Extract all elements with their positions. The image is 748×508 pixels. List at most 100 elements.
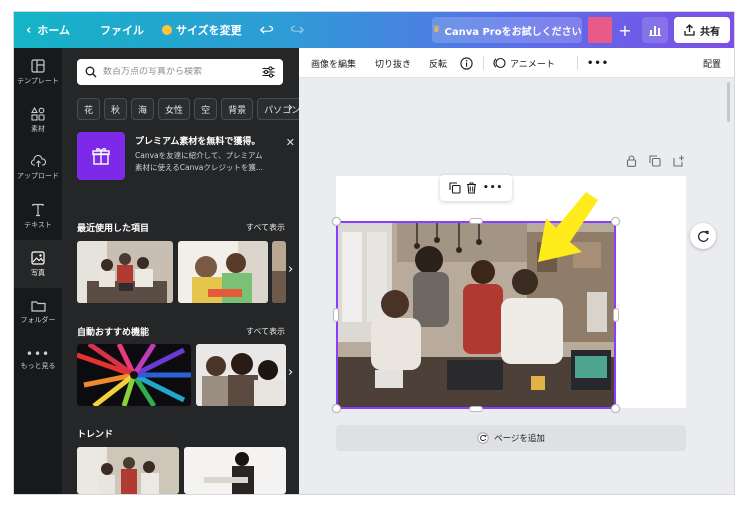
lock-icon[interactable] [626,155,637,167]
toolbar-divider [577,56,578,70]
info-button[interactable] [460,48,473,78]
gift-icon [77,132,125,180]
upload-icon [30,155,46,167]
rail-label: もっと見る [20,361,56,370]
resize-button[interactable]: サイズを変更 [162,12,242,48]
insights-button[interactable] [642,17,668,43]
rail-item-more[interactable]: ••• もっと見る [14,336,62,384]
redo-button[interactable] [290,12,304,48]
chevron-right-icon[interactable]: › [288,365,293,380]
canvas-scrollbar[interactable] [727,82,730,122]
position-button[interactable]: 配置 [703,48,721,78]
keyword-chips: 花 秋 海 女性 空 背景 パソコン [77,98,299,120]
file-menu-button[interactable]: ファイル [100,12,144,48]
resize-handle-right[interactable] [613,308,619,322]
try-canva-pro-button[interactable]: ♛ Canva Proをお試しください [432,17,582,43]
home-button[interactable]: ‹ ホーム [26,12,70,48]
rail-item-uploads[interactable]: アップロード [14,144,62,192]
trending-section-header: トレンド [77,426,285,440]
animate-button[interactable]: アニメート [493,48,555,78]
trending-photo-thumbnail[interactable] [184,447,286,494]
crown-icon [162,25,172,35]
rail-label: フォルダー [20,315,56,324]
close-icon[interactable]: ✕ [286,136,295,149]
flip-label: 反転 [429,59,448,70]
suggested-section-header: 自動おすすめ機能 すべて表示 [77,324,285,338]
more-options-button[interactable]: ••• [587,48,609,78]
yellow-arrow-annotation [538,192,598,262]
edit-image-button[interactable]: 画像を編集 [311,48,356,78]
chip-autumn[interactable]: 秋 [104,98,128,120]
element-floating-menu: ••• [440,175,512,201]
trash-icon[interactable] [466,182,477,194]
filter-sliders-icon[interactable] [262,66,275,78]
add-page-icon[interactable] [673,155,685,167]
duplicate-icon[interactable] [449,182,461,194]
recent-section-header: 最近使用した項目 すべて表示 [77,220,285,234]
text-icon [32,203,44,216]
file-label: ファイル [100,24,144,37]
add-collaborator-button[interactable]: + [614,18,636,42]
share-icon [684,24,695,36]
avatar[interactable] [588,17,612,43]
share-label: 共有 [700,26,720,38]
animate-label: アニメート [510,59,555,70]
resize-handle-top-left[interactable] [332,217,341,226]
add-page-label: ページを追加 [494,434,545,444]
resize-handle-bottom-left[interactable] [332,404,341,413]
animate-icon [493,57,506,69]
share-button[interactable]: 共有 [674,17,730,43]
resize-handle-left[interactable] [333,308,339,322]
bar-chart-icon [649,26,661,36]
chevron-right-icon[interactable]: › [288,262,293,277]
chip-background[interactable]: 背景 [221,98,254,120]
see-all-link[interactable]: すべて表示 [246,222,285,233]
rail-item-folders[interactable]: フォルダー [14,288,62,336]
see-all-link[interactable]: すべて表示 [246,326,285,337]
add-page-button[interactable]: ページを追加 [336,425,686,451]
chip-sky[interactable]: 空 [194,98,218,120]
resize-label: サイズを変更 [176,24,242,37]
duplicate-icon[interactable] [649,155,661,167]
photo-icon [31,250,45,265]
refresh-suggestions-button[interactable] [690,223,716,249]
chip-flower[interactable]: 花 [77,98,101,120]
suggested-photo-thumbnail[interactable] [77,344,191,406]
rail-item-templates[interactable]: テンプレート [14,48,62,96]
photo-search-box[interactable] [77,59,283,85]
crop-label: 切り抜き [375,59,412,70]
chip-sea[interactable]: 海 [131,98,155,120]
resize-handle-top[interactable] [469,218,483,224]
crop-button[interactable]: 切り抜き [375,48,411,78]
rail-item-photos[interactable]: 写真 [14,240,62,288]
resize-handle-bottom[interactable] [469,406,483,412]
undo-button[interactable] [260,12,274,48]
chips-next-arrow[interactable]: › [288,100,293,114]
photo-search-input[interactable] [103,67,253,77]
suggested-photo-thumbnail[interactable] [196,344,286,406]
trending-photo-thumbnail[interactable] [77,447,179,494]
rail-item-elements[interactable]: 素材 [14,96,62,144]
plus-icon: + [618,20,632,40]
rail-label: 写真 [31,268,45,277]
undo-icon [260,25,274,34]
chip-woman[interactable]: 女性 [158,98,191,120]
folder-icon [30,300,46,312]
resize-handle-top-right[interactable] [611,217,620,226]
resize-handle-bottom-right[interactable] [611,404,620,413]
premium-promo-card[interactable]: プレミアム素材を無料で獲得。 Canvaを友達に紹介して、プレミアム 素材に使え… [77,132,295,190]
chevron-left-icon: ‹ [26,22,32,38]
refresh-comment-icon [697,230,709,242]
recent-photo-thumbnail[interactable] [77,241,173,303]
rail-label: 素材 [31,124,45,133]
promo-title: プレミアム素材を無料で獲得。 [135,137,261,147]
rail-label: テキスト [24,220,52,229]
recent-photo-thumbnail[interactable] [272,241,286,303]
rail-item-text[interactable]: テキスト [14,192,62,240]
flip-button[interactable]: 反転 [429,48,447,78]
position-label: 配置 [703,59,722,70]
crown-icon: ♛ [432,25,441,35]
more-icon[interactable]: ••• [483,183,503,193]
promo-desc-line: Canvaを友達に紹介して、プレミアム [135,151,263,160]
recent-photo-thumbnail[interactable] [178,241,268,303]
